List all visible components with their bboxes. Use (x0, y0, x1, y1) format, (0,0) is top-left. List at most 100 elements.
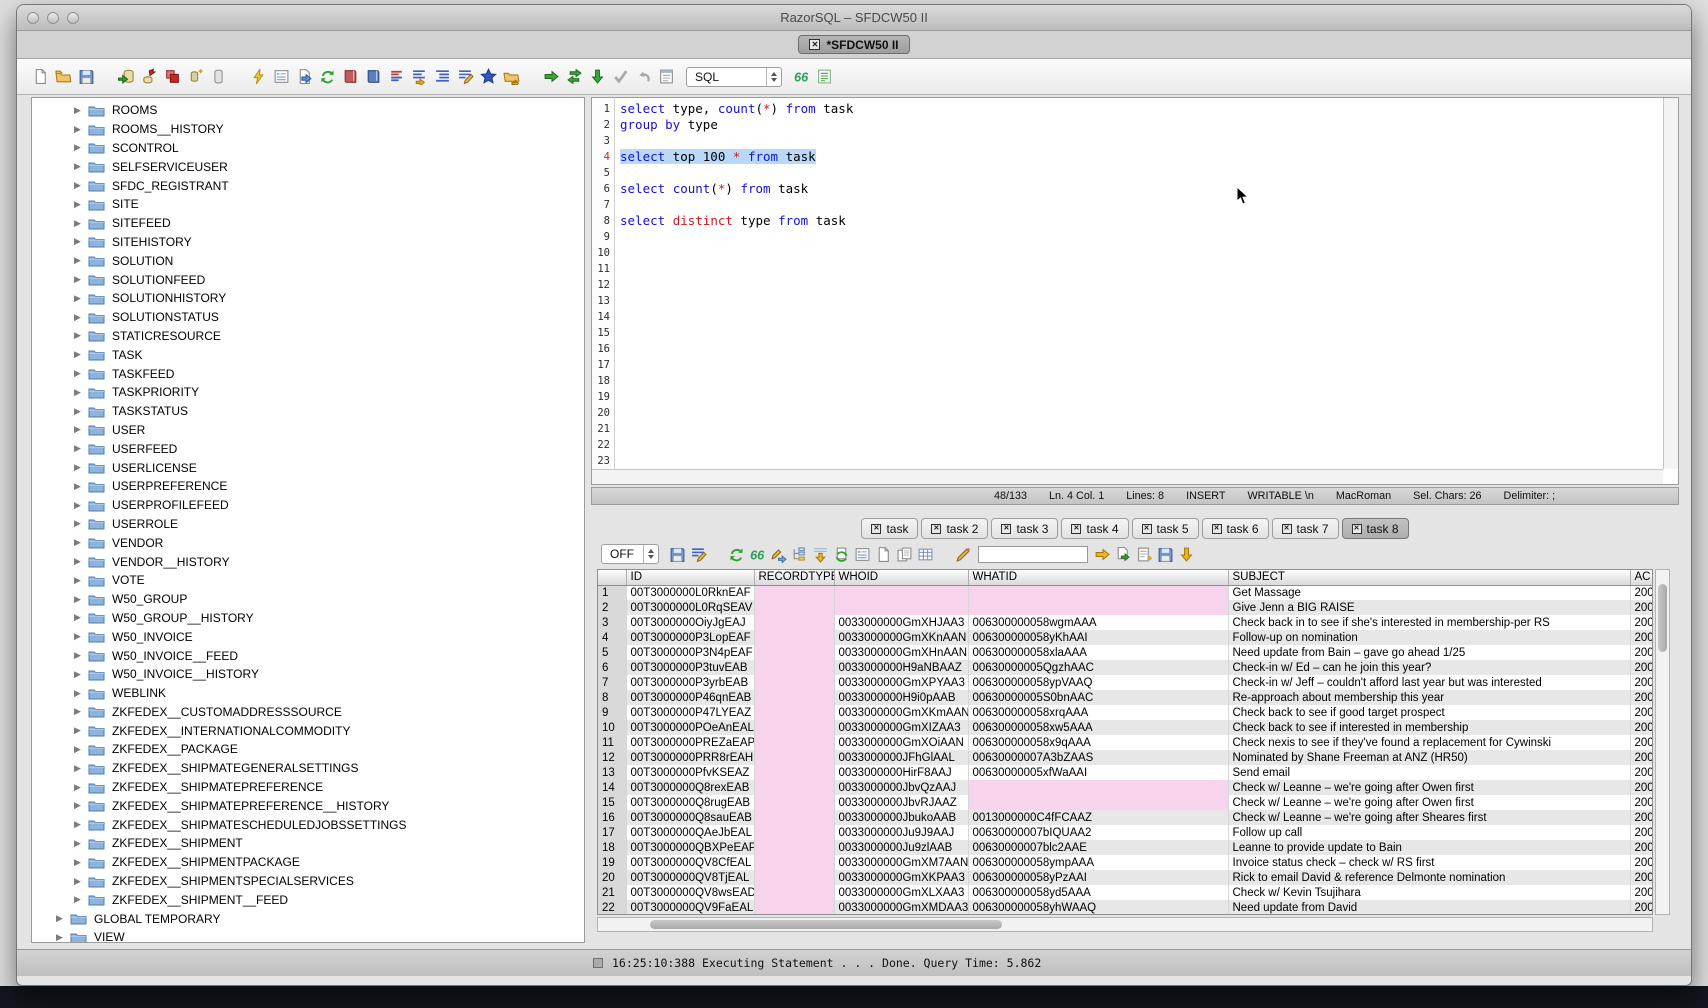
table-cell[interactable]: 00630000007A3bZAAS (968, 750, 1228, 765)
table-cell[interactable]: 00630000005S0bnAAC (968, 690, 1228, 705)
file-search-icon[interactable] (500, 66, 523, 87)
table-cell[interactable]: 200 (1630, 840, 1653, 855)
row-number-header[interactable] (598, 570, 626, 585)
save-file-icon[interactable] (75, 66, 98, 87)
sidebar-item-w50-group-history[interactable]: ▶W50_GROUP__HISTORY (32, 609, 584, 628)
table-cell[interactable]: 00T3000000QAeJbEAL (626, 825, 754, 840)
sidebar-item-taskstatus[interactable]: ▶TASKSTATUS (32, 402, 584, 421)
expander-icon[interactable]: ▶ (74, 274, 88, 285)
refresh-icon[interactable] (316, 66, 339, 87)
sidebar-item-sitefeed[interactable]: ▶SITEFEED (32, 214, 584, 233)
table-cell[interactable]: 200 (1630, 615, 1653, 630)
tab-close-icon[interactable]: ✕ (1352, 524, 1362, 534)
tab-close-icon[interactable]: ✕ (1212, 524, 1222, 534)
go-next-icon[interactable] (1092, 544, 1113, 565)
table-cell[interactable]: 00630000007bIQUAA2 (968, 825, 1228, 840)
table-cell[interactable]: Check back in to see if she's interested… (1228, 615, 1630, 630)
table-cell[interactable] (754, 750, 834, 765)
fetch-down-icon[interactable] (586, 66, 609, 87)
table-cell[interactable] (754, 855, 834, 870)
commit-check-icon[interactable] (609, 66, 632, 87)
table-cell[interactable]: 00630000007blc2AAE (968, 840, 1228, 855)
tab-close-icon[interactable]: ✕ (1071, 524, 1081, 534)
sidebar-item-taskpriority[interactable]: ▶TASKPRIORITY (32, 383, 584, 402)
table-cell[interactable] (754, 615, 834, 630)
refresh-pages-icon[interactable] (831, 544, 852, 565)
table-cell[interactable]: 006300000058ympAAA (968, 855, 1228, 870)
table-cell[interactable] (968, 780, 1228, 795)
expander-icon[interactable]: ▶ (56, 932, 70, 943)
table-cell[interactable] (754, 840, 834, 855)
stepper-icon[interactable] (643, 545, 658, 563)
expander-icon[interactable]: ▶ (74, 631, 88, 642)
expander-icon[interactable]: ▶ (74, 424, 88, 435)
table-cell[interactable]: Leanne to provide update to Bain (1228, 840, 1630, 855)
expander-icon[interactable]: ▶ (74, 575, 88, 586)
table-cell[interactable]: 0033000000JbvRJAAZ (834, 795, 968, 810)
sidebar-item-solution[interactable]: ▶SOLUTION (32, 251, 584, 270)
table-cell[interactable]: 00T3000000P47LYEAZ (626, 705, 754, 720)
sidebar-item-site[interactable]: ▶SITE (32, 195, 584, 214)
table-cell[interactable]: 006300000058xlaAAA (968, 645, 1228, 660)
expander-icon[interactable]: ▶ (74, 481, 88, 492)
table-cell[interactable]: 0033000000GmXKPAA3 (834, 870, 968, 885)
fetch-more-icon[interactable] (1176, 544, 1197, 565)
table-cell[interactable]: 200 (1630, 795, 1653, 810)
table-cell[interactable]: 0033000000JbukoAAB (834, 810, 968, 825)
table-cell[interactable]: 0033000000JFhGlAAL (834, 750, 968, 765)
sidebar-item-user[interactable]: ▶USER (32, 421, 584, 440)
sidebar-item-zkfedex-shipmentpackage[interactable]: ▶ZKFEDEX__SHIPMENTPACKAGE (32, 853, 584, 872)
new-document-icon[interactable] (29, 66, 52, 87)
book-red-icon[interactable] (339, 66, 362, 87)
table-cell[interactable] (754, 645, 834, 660)
table-cell[interactable]: 200 (1630, 600, 1653, 615)
table-row[interactable]: 1500T3000000Q8rugEAB0033000000JbvRJAAZCh… (598, 795, 1653, 810)
document-tab[interactable]: ✕ *SFDCW50 II (798, 35, 909, 54)
scrollbar-thumb[interactable] (1658, 584, 1667, 652)
table-cell[interactable]: 0033000000GmXHnAAN (834, 645, 968, 660)
expander-icon[interactable]: ▶ (74, 876, 88, 887)
table-cell[interactable]: 0013000000C4fFCAAZ (968, 810, 1228, 825)
table-cell[interactable]: 200 (1630, 825, 1653, 840)
table-cell[interactable]: 0033000000GmXMDAA3 (834, 900, 968, 915)
table-cell[interactable] (754, 765, 834, 780)
sidebar-item-scontrol[interactable]: ▶SCONTROL (32, 139, 584, 158)
expander-icon[interactable]: ▶ (74, 199, 88, 210)
table-cell[interactable]: 00T3000000PfvKSEAZ (626, 765, 754, 780)
table-cell[interactable]: 200 (1630, 645, 1653, 660)
tree-view-icon[interactable] (789, 544, 810, 565)
format-sql-icon[interactable] (408, 66, 431, 87)
table-cell[interactable]: Follow-up on nomination (1228, 630, 1630, 645)
close-connections-icon[interactable] (161, 66, 184, 87)
sidebar-item-global-temporary[interactable]: ▶GLOBAL TEMPORARY (32, 909, 584, 928)
export-results-icon[interactable] (1113, 544, 1134, 565)
sql-editor[interactable]: 1234567891011121314151617181920212223 se… (591, 97, 1679, 485)
table-cell[interactable] (754, 600, 834, 615)
table-row[interactable]: 300T3000000OiyJgEAJ0033000000GmXHJAA3006… (598, 615, 1653, 630)
table-cell[interactable] (754, 585, 834, 600)
sidebar-item-vendor-history[interactable]: ▶VENDOR__HISTORY (32, 552, 584, 571)
view-results-list-icon[interactable] (813, 66, 836, 87)
table-row[interactable]: 2000T3000000QV8TjEAL0033000000GmXKPAA300… (598, 870, 1653, 885)
table-cell[interactable]: 200 (1630, 630, 1653, 645)
column-header-whoid[interactable]: WHOID (834, 570, 968, 585)
expander-icon[interactable]: ▶ (74, 725, 88, 736)
expander-icon[interactable]: ▶ (74, 744, 88, 755)
table-cell[interactable]: 200 (1630, 870, 1653, 885)
table-cell[interactable]: Invoice status check – check w/ RS first (1228, 855, 1630, 870)
table-cell[interactable]: Rick to email David & reference Delmonte… (1228, 870, 1630, 885)
table-cell[interactable]: 00T3000000P3tuvEAB (626, 660, 754, 675)
table-cell[interactable]: 00T3000000QV8TjEAL (626, 870, 754, 885)
table-row[interactable]: 1000T3000000POeAnEAL0033000000GmXIZAA300… (598, 720, 1653, 735)
table-row[interactable]: 1300T3000000PfvKSEAZ0033000000HirF8AAJ00… (598, 765, 1653, 780)
expander-icon[interactable]: ▶ (74, 782, 88, 793)
table-cell[interactable] (754, 900, 834, 915)
table-cell[interactable]: 0033000000GmXKmAAN (834, 705, 968, 720)
table-cell[interactable]: 00T3000000P3LopEAF (626, 630, 754, 645)
table-cell[interactable] (754, 675, 834, 690)
tab-close-icon[interactable]: ✕ (871, 524, 881, 534)
sidebar-item-userpreference[interactable]: ▶USERPREFERENCE (32, 477, 584, 496)
sidebar-item-userrole[interactable]: ▶USERROLE (32, 515, 584, 534)
table-row[interactable]: 400T3000000P3LopEAF0033000000GmXKnAAN006… (598, 630, 1653, 645)
view-quotes-icon[interactable]: 66 (747, 544, 768, 565)
